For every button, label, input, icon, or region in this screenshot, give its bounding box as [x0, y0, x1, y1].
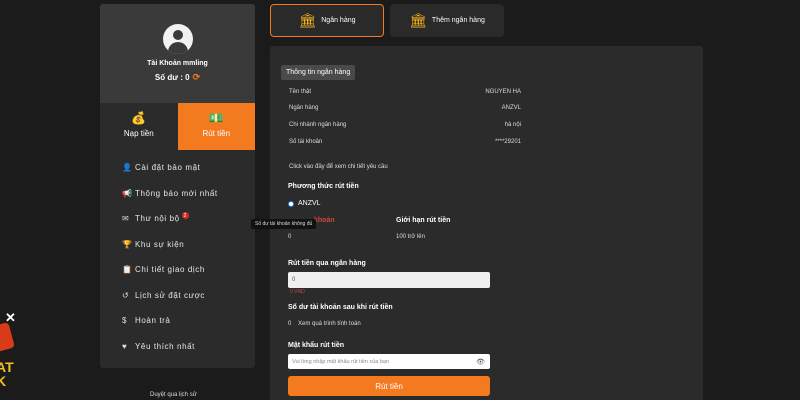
password-label: Mật khẩu rút tiền	[288, 342, 345, 349]
user-lock-icon: 👤	[122, 163, 133, 173]
withdraw-label: Rút tiền	[202, 129, 231, 138]
withdraw-limit-value: 100 trở lên	[396, 234, 425, 240]
eye-slash-icon[interactable]: 👁	[476, 358, 485, 366]
envelope-icon: ✉	[122, 214, 130, 224]
refresh-icon[interactable]: ⟳	[193, 72, 201, 83]
info-label: Ngân hàng	[289, 105, 319, 111]
unread-badge: 2	[181, 212, 189, 220]
promo-badge[interactable]	[0, 322, 15, 354]
method-option-label: ANZVL	[298, 200, 321, 207]
sidebar-item-label: Khu sự kiện	[135, 239, 185, 249]
balance-label: Số dư : 0	[154, 73, 190, 82]
info-label: Số tài khoản	[289, 139, 323, 145]
tab-add-bank-label: Thêm ngân hàng	[431, 17, 485, 24]
tab-add-bank[interactable]: 🏛 Thêm ngân hàng	[390, 4, 504, 37]
history-icon: ↺	[122, 290, 130, 300]
sidebar-menu: 👤 Cài đặt bảo mật 📢 Thông báo mới nhất ✉…	[100, 150, 255, 359]
sidebar-item-label: Chi tiết giao dịch	[135, 265, 205, 275]
balance-after-label: Số dư tài khoản sau khi rút tiền	[288, 304, 393, 311]
amount-input[interactable]: 0	[288, 272, 490, 288]
info-value: NGUYEN HA	[485, 89, 521, 95]
balance-display: Số dư : 0 ⟳	[100, 72, 255, 83]
info-row-account-number: Số tài khoản ****29201	[289, 139, 521, 145]
balance-after-value: 0	[288, 321, 292, 327]
sidebar-item-label: Hoàn trả	[135, 316, 171, 326]
bank-icon: 🏛	[298, 12, 317, 28]
account-name: Tài Khoản mmling	[147, 60, 208, 67]
password-field[interactable]: Vui lòng nhập mật khẩu rút tiền của bạn …	[288, 354, 490, 369]
megaphone-icon: 📢	[122, 188, 133, 198]
sidebar-item-label: Thông báo mới nhất	[135, 188, 218, 198]
amount-label: Rút tiền qua ngân hàng	[288, 260, 366, 267]
bank-info-title: Thông tin ngân hàng	[281, 65, 356, 80]
sidebar-item-bet-history[interactable]: ↺ Lịch sử đặt cược	[100, 283, 255, 309]
account-balance-value: 0	[288, 234, 292, 240]
sidebar-item-security[interactable]: 👤 Cài đặt bảo mật	[100, 155, 255, 181]
account-balance-label: khoản	[314, 217, 335, 224]
calculation-link[interactable]: Xem quá trình tính toán	[298, 321, 361, 327]
dollar-circle-icon: $	[122, 316, 128, 326]
money-bag-icon: 💰	[131, 111, 147, 125]
withdraw-panel: Thông tin ngân hàng Tên thật NGUYEN HA N…	[270, 46, 703, 400]
method-option[interactable]: ANZVL	[288, 200, 321, 207]
trophy-icon: 🏆	[122, 239, 133, 249]
insufficient-balance-tooltip: Số dư tài khoản không đủ	[251, 219, 317, 229]
avatar-icon	[162, 24, 193, 54]
history-link[interactable]: Duyệt qua lịch sử	[150, 392, 197, 398]
info-label: Tên thật	[289, 89, 312, 95]
bank-plus-icon: 🏛	[409, 12, 427, 28]
sidebar-item-label: Thư nội bộ	[135, 214, 180, 224]
info-label: Chi nhánh ngân hàng	[289, 122, 347, 128]
profile-card: Tài Khoản mmling Số dư : 0 ⟳	[100, 4, 255, 103]
withdraw-button[interactable]: 💵 Rút tiền	[177, 103, 255, 150]
deposit-label: Nạp tiền	[123, 129, 154, 138]
currency-hint: 0 VND	[290, 289, 305, 295]
sidebar-item-rebate[interactable]: $ Hoàn trả	[100, 308, 255, 334]
sidebar-item-label: Cài đặt bảo mật	[135, 163, 201, 173]
sidebar-item-favorites[interactable]: ♥ Yêu thích nhất	[100, 334, 255, 360]
info-value: ****29201	[494, 139, 521, 145]
clipboard-icon: 📋	[122, 265, 133, 275]
info-row-branch: Chi nhánh ngân hàng hà nội	[289, 122, 521, 128]
submit-withdraw-button[interactable]: Rút tiền	[288, 376, 490, 396]
withdraw-limit-label: Giới hạn rút tiền	[396, 217, 451, 224]
withdraw-method-label: Phương thức rút tiền	[288, 183, 359, 190]
tab-bank-label: Ngân hàng	[321, 17, 356, 24]
password-placeholder: Vui lòng nhập mật khẩu rút tiền của bạn	[292, 358, 390, 365]
sidebar-item-label: Yêu thích nhất	[135, 341, 195, 351]
sidebar-item-transactions[interactable]: 📋 Chi tiết giao dịch	[100, 257, 255, 283]
request-detail-link[interactable]: Click vào đây để xem chi tiết yêu cầu	[289, 164, 388, 170]
info-value: hà nội	[504, 122, 521, 128]
sidebar-item-inbox[interactable]: ✉ Thư nội bộ 2	[100, 206, 255, 232]
info-row-bank: Ngân hàng ANZVL	[289, 105, 521, 111]
info-row-name: Tên thật NGUYEN HA	[289, 89, 521, 95]
sidebar-item-notifications[interactable]: 📢 Thông báo mới nhất	[100, 181, 255, 207]
promo-text: AT K	[0, 359, 14, 389]
tab-bank[interactable]: 🏛 Ngân hàng	[270, 4, 384, 37]
sidebar-item-label: Lịch sử đặt cược	[135, 290, 206, 300]
sidebar-item-events[interactable]: 🏆 Khu sự kiện	[100, 232, 255, 258]
deposit-button[interactable]: 💰 Nạp tiền	[100, 103, 178, 150]
radio-selected-icon[interactable]	[288, 200, 294, 207]
withdraw-hand-icon: 💵	[208, 111, 224, 125]
heart-icon: ♥	[122, 341, 128, 351]
info-value: ANZVL	[501, 105, 521, 111]
account-sidebar: Tài Khoản mmling Số dư : 0 ⟳ 💰 Nạp tiền …	[100, 4, 255, 368]
